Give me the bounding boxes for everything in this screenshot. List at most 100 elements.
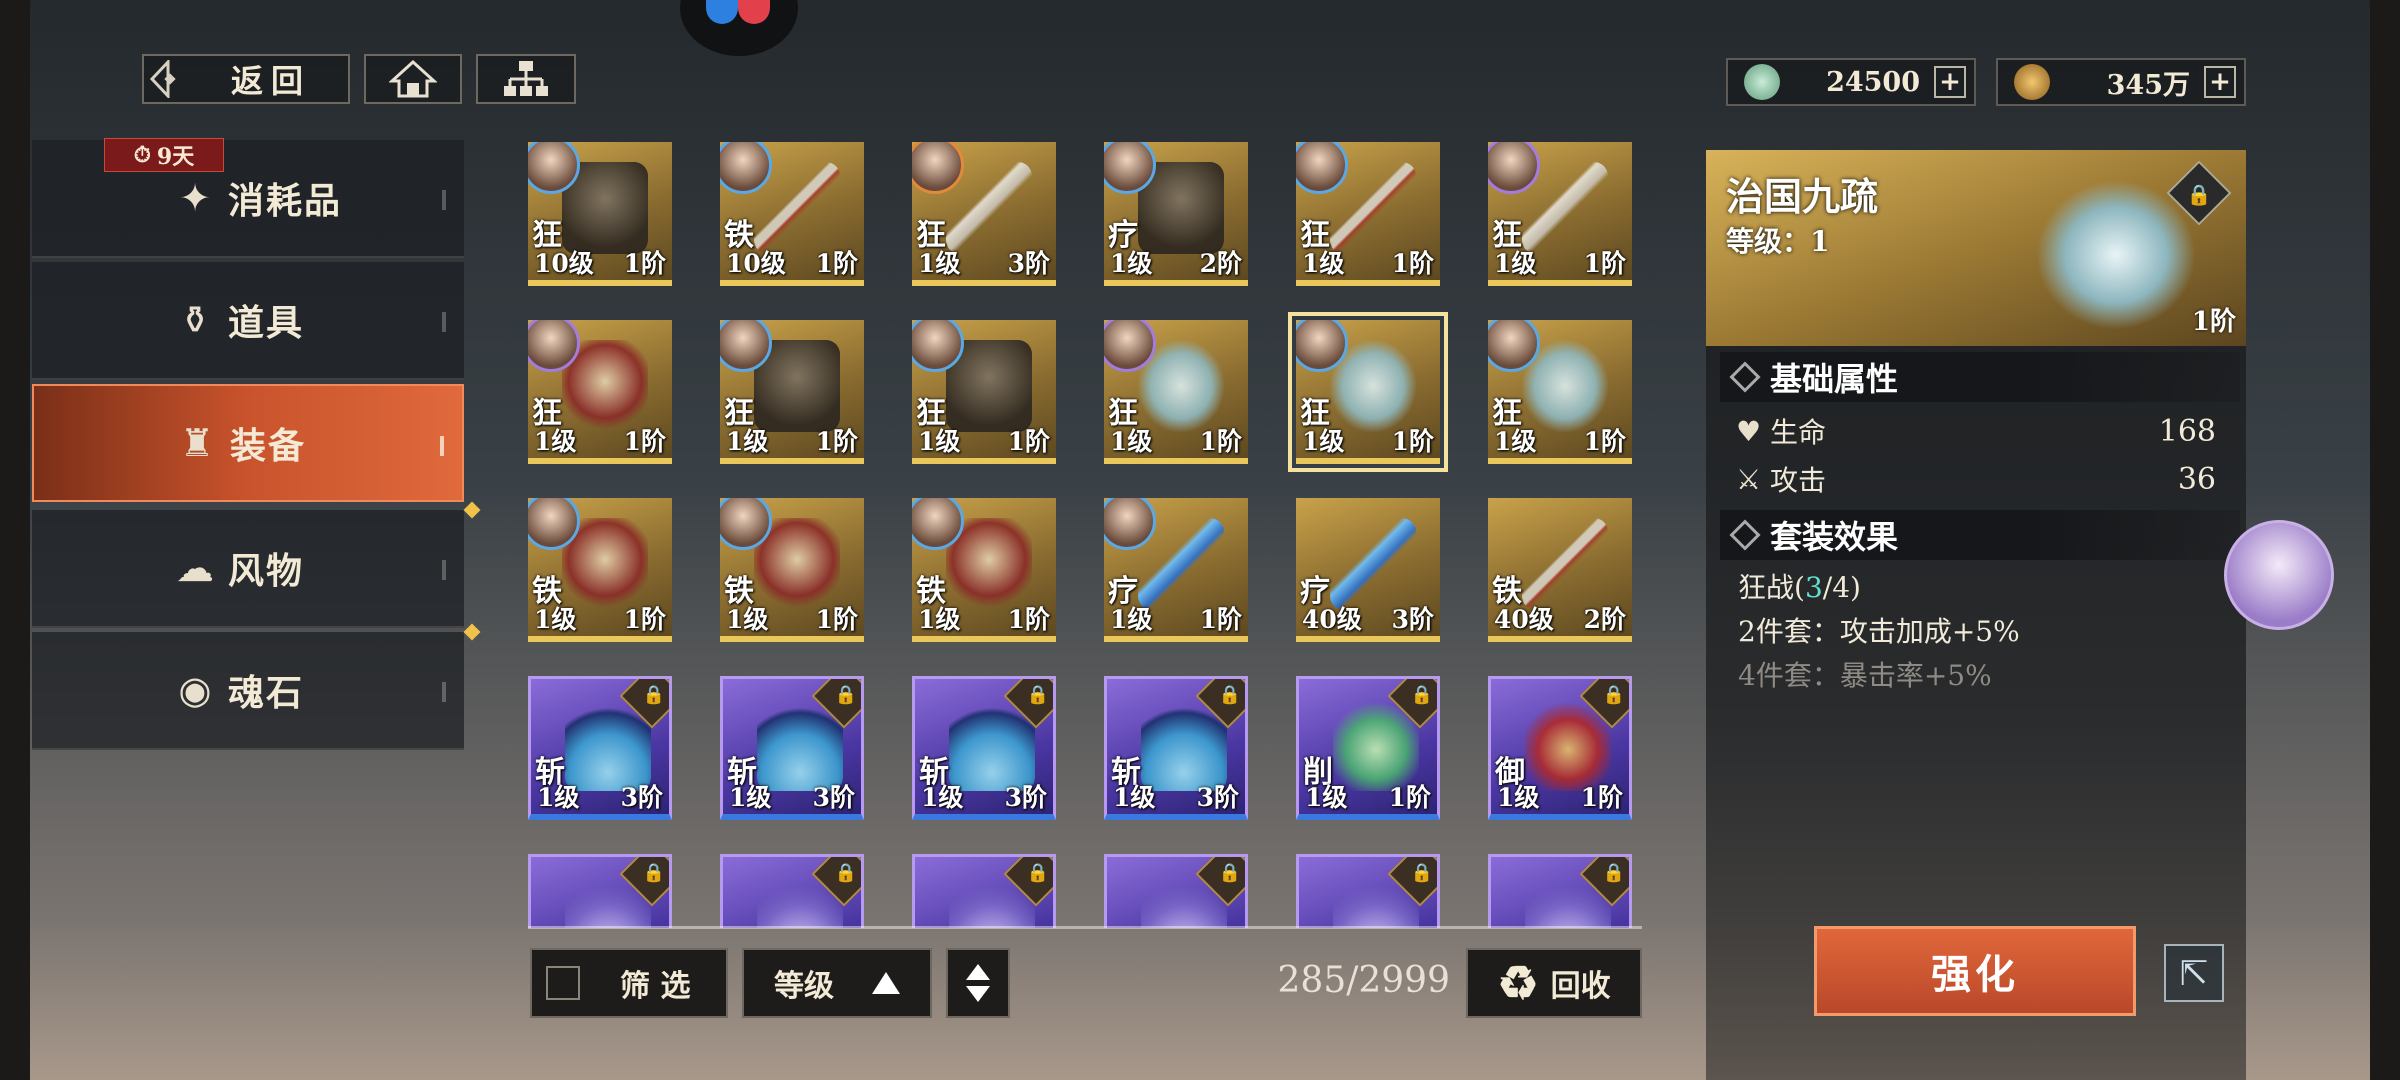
- hierarchy-icon: [504, 61, 548, 96]
- lock-icon: 🔒: [1410, 862, 1434, 884]
- scroll-item-image: [2036, 180, 2196, 330]
- equipment-slot[interactable]: 疗 1级 1阶: [1104, 498, 1248, 642]
- sidebar-item-equipment[interactable]: ♜ 装备: [32, 384, 464, 502]
- sidebar-item-scenery[interactable]: ☁ 风物: [32, 501, 481, 628]
- equipment-slot[interactable]: 🔒: [720, 854, 864, 928]
- equipment-slot[interactable]: 疗 40级 3阶: [1296, 498, 1440, 642]
- equipment-level: 1级: [921, 783, 964, 812]
- set-name-text: 狂战(: [1738, 571, 1805, 604]
- add-jade-button[interactable]: +: [1934, 66, 1966, 98]
- equipment-slot[interactable]: 狂 1级 1阶: [1104, 320, 1248, 464]
- back-button[interactable]: 返回: [142, 54, 350, 104]
- lock-icon: 🔒: [1026, 862, 1050, 884]
- filter-button[interactable]: 筛 选: [530, 948, 728, 1018]
- equipment-rank: 3阶: [1007, 249, 1050, 278]
- equipment-slot[interactable]: 🔒: [1104, 854, 1248, 928]
- equipment-slot[interactable]: 狂 1级 1阶: [1296, 142, 1440, 286]
- sort-ascending-icon: [872, 972, 900, 994]
- lock-icon: 🔒: [1218, 862, 1242, 884]
- equipment-level: 1级: [1113, 783, 1156, 812]
- equipment-slot[interactable]: 疗 1级 2阶: [1104, 142, 1248, 286]
- equipment-slot[interactable]: 🔒 御 1级 1阶: [1488, 676, 1632, 820]
- equipment-rank: 2阶: [1583, 605, 1626, 634]
- sidebar-item-props[interactable]: ⚱ 道具: [32, 262, 464, 380]
- equipment-rank: 1阶: [1199, 605, 1242, 634]
- equipment-slot[interactable]: 狂 1级 1阶: [912, 320, 1056, 464]
- equipment-rank: 2阶: [1199, 249, 1242, 278]
- back-arrow-icon: [149, 60, 176, 98]
- equipment-rank: 1阶: [1583, 427, 1626, 456]
- enhance-label: 强化: [1931, 951, 2019, 998]
- enhance-button[interactable]: 强化: [1814, 926, 2136, 1016]
- expand-button[interactable]: ⇱: [2164, 944, 2224, 1002]
- lock-icon: 🔒: [834, 862, 858, 884]
- expand-icon: ⇱: [2178, 952, 2210, 994]
- base-attributes-header: 基础属性: [1720, 352, 2240, 402]
- timer-badge: ⏱ 9天: [104, 138, 224, 172]
- equipment-slot[interactable]: 狂 1级 1阶: [528, 320, 672, 464]
- left-frame: [0, 0, 30, 1080]
- equipment-slot[interactable]: 铁 1级 1阶: [720, 498, 864, 642]
- equipment-level: 1级: [726, 605, 769, 634]
- equipment-level: 1级: [729, 783, 772, 812]
- equipment-level: 40级: [1302, 605, 1362, 634]
- assistant-avatar[interactable]: [2224, 520, 2334, 630]
- equipment-rank: 1阶: [815, 427, 858, 456]
- equipment-slot[interactable]: 🔒: [1296, 854, 1440, 928]
- equipment-slot[interactable]: 🔒 斩 1级 3阶: [912, 676, 1056, 820]
- home-button[interactable]: [364, 54, 462, 104]
- equipment-slot[interactable]: 狂 1级 1阶: [720, 320, 864, 464]
- recycle-button[interactable]: ♻ 回收: [1466, 948, 1642, 1018]
- equipment-slot[interactable]: 🔒 斩 1级 3阶: [528, 676, 672, 820]
- equipment-slot[interactable]: 铁 10级 1阶: [720, 142, 864, 286]
- equipment-slot[interactable]: 狂 10级 1阶: [528, 142, 672, 286]
- currency-jade-value: 24500: [1826, 66, 1920, 98]
- equipment-level: 40级: [1494, 605, 1554, 634]
- equipment-rank: 1阶: [1388, 783, 1431, 812]
- equipment-level: 1级: [918, 427, 961, 456]
- equipment-slot[interactable]: 🔒 斩 1级 3阶: [720, 676, 864, 820]
- item-level: 等级：1: [1726, 225, 1830, 258]
- equipment-level: 1级: [1494, 427, 1537, 456]
- equipment-rank: 3阶: [1004, 783, 1047, 812]
- equipment-slot[interactable]: 狂 1级 1阶: [1488, 142, 1632, 286]
- base-attributes-title: 基础属性: [1770, 360, 1899, 398]
- equipment-slot[interactable]: 狂 1级 3阶: [912, 142, 1056, 286]
- equipment-slot[interactable]: 铁 40级 2阶: [1488, 498, 1632, 642]
- sidebar-item-label: 消耗品: [228, 180, 343, 222]
- equipment-slot[interactable]: 狂 1级 1阶: [1288, 312, 1448, 472]
- equipment-slot[interactable]: 🔒 斩 1级 3阶: [1104, 676, 1248, 820]
- equipment-slot[interactable]: 🔒 削 1级 1阶: [1296, 676, 1440, 820]
- equipment-rank: 1阶: [1391, 427, 1434, 456]
- equipment-level: 1级: [1302, 249, 1345, 278]
- equipment-slot[interactable]: 铁 1级 1阶: [528, 498, 672, 642]
- set-count: 3: [1804, 571, 1823, 604]
- add-copper-button[interactable]: +: [2204, 66, 2236, 98]
- sort-order-toggle[interactable]: [946, 948, 1010, 1018]
- equipment-level: 1级: [1494, 249, 1537, 278]
- filter-checkbox[interactable]: [546, 966, 580, 1000]
- copper-coin-icon: [2014, 64, 2050, 100]
- clock-icon: ⏱: [133, 142, 151, 168]
- inventory-count: 285/2999: [1277, 960, 1450, 1001]
- equipment-slot[interactable]: 🔒: [912, 854, 1056, 928]
- stat-attack: ⚔ 攻击 36: [1736, 456, 2216, 502]
- equipment-slot[interactable]: 🔒: [1488, 854, 1632, 928]
- sidebar-item-soulstone[interactable]: ◉ 魂石: [32, 623, 481, 750]
- sort-level-button[interactable]: 等级: [742, 948, 932, 1018]
- equipment-grid: 狂 10级 1阶铁 10级 1阶狂 1级 3阶疗 1级 2阶狂 1级 1阶狂 1级 1阶狂 1级 1阶狂 1级…: [528, 142, 1646, 928]
- sidebar-item-label: 装备: [230, 425, 307, 467]
- lock-icon: 🔒: [1026, 684, 1050, 706]
- stat-value: 36: [2177, 461, 2216, 497]
- equipment-slot[interactable]: 铁 1级 1阶: [912, 498, 1056, 642]
- set-total: /4): [1822, 571, 1861, 604]
- equipment-slot[interactable]: 狂 1级 1阶: [1488, 320, 1632, 464]
- equipment-level: 1级: [537, 783, 580, 812]
- sidebar-item-consumables[interactable]: ✦ 消耗品: [32, 140, 464, 258]
- equipment-level: 10级: [726, 249, 786, 278]
- scenery-icon: ☁: [176, 546, 214, 590]
- hierarchy-button[interactable]: [476, 54, 576, 104]
- equipment-slot[interactable]: 🔒: [528, 854, 672, 928]
- lock-icon: 🔒: [1602, 862, 1626, 884]
- equipment-rank: 3阶: [812, 783, 855, 812]
